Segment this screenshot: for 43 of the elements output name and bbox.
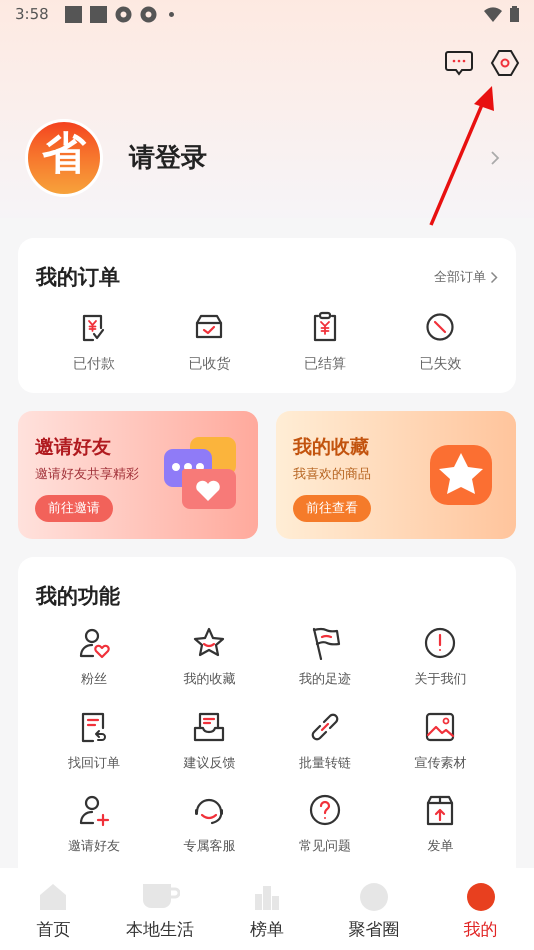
orders-title: 我的订单 <box>36 264 120 291</box>
function-button[interactable]: 建议反馈 <box>152 710 267 773</box>
function-button[interactable]: 批量转链 <box>267 710 382 773</box>
nav-tab[interactable]: 本地生活 <box>106 868 214 950</box>
notification-square-icon <box>64 6 82 22</box>
wifi-icon <box>484 6 502 22</box>
order-status-button[interactable]: 已结算 <box>267 310 382 374</box>
settings-icon[interactable] <box>490 49 520 77</box>
promo-card[interactable]: 我的收藏 我喜欢的商品 前往查看 <box>276 410 516 538</box>
order-status-button[interactable]: 已收货 <box>152 310 267 374</box>
exclamation-circle-icon <box>423 626 458 660</box>
notification-square-icon <box>90 6 107 22</box>
functions-title: 我的功能 <box>36 584 120 608</box>
promo-title: 我的收藏 <box>293 434 370 460</box>
function-button[interactable]: 常见问题 <box>267 793 382 856</box>
chevron-right-icon <box>490 271 498 284</box>
chat-bubble-icon[interactable] <box>444 49 474 77</box>
status-time: 3:58 <box>15 4 49 25</box>
function-button[interactable]: 我的足迹 <box>267 626 382 690</box>
order-status-button[interactable]: 已付款 <box>36 310 152 374</box>
nav-tab[interactable]: 聚省圈 <box>320 868 428 950</box>
nav-tab[interactable]: 首页 <box>0 868 107 950</box>
nav-tab[interactable]: 我的 <box>427 868 534 950</box>
promo-subtitle: 我喜欢的商品 <box>293 466 372 484</box>
function-button[interactable]: 宣传素材 <box>382 710 498 773</box>
battery-icon <box>510 6 519 22</box>
order-status-button[interactable]: 已失效 <box>382 310 498 374</box>
nav-tab[interactable]: 榜单 <box>214 868 320 950</box>
function-button[interactable]: 邀请好友 <box>36 793 152 856</box>
function-button[interactable]: 我的收藏 <box>152 626 267 690</box>
function-button[interactable]: 发单 <box>382 793 498 856</box>
promo-card[interactable]: 邀请好友 邀请好友共享精彩 前往邀请 <box>18 410 258 538</box>
promo-title: 邀请好友 <box>35 434 112 460</box>
all-orders-link[interactable]: 全部订单 <box>434 268 498 288</box>
question-circle-icon <box>308 793 342 827</box>
function-button[interactable]: 专属客服 <box>152 793 267 856</box>
function-button[interactable]: 粉丝 <box>36 626 152 690</box>
promo-subtitle: 邀请好友共享精彩 <box>35 466 140 484</box>
function-button[interactable]: 关于我们 <box>382 626 498 690</box>
aperture-icon <box>114 6 132 22</box>
function-button[interactable]: 找回订单 <box>36 710 152 773</box>
login-prompt[interactable]: 请登录 <box>129 138 207 178</box>
aperture-icon <box>140 6 157 22</box>
